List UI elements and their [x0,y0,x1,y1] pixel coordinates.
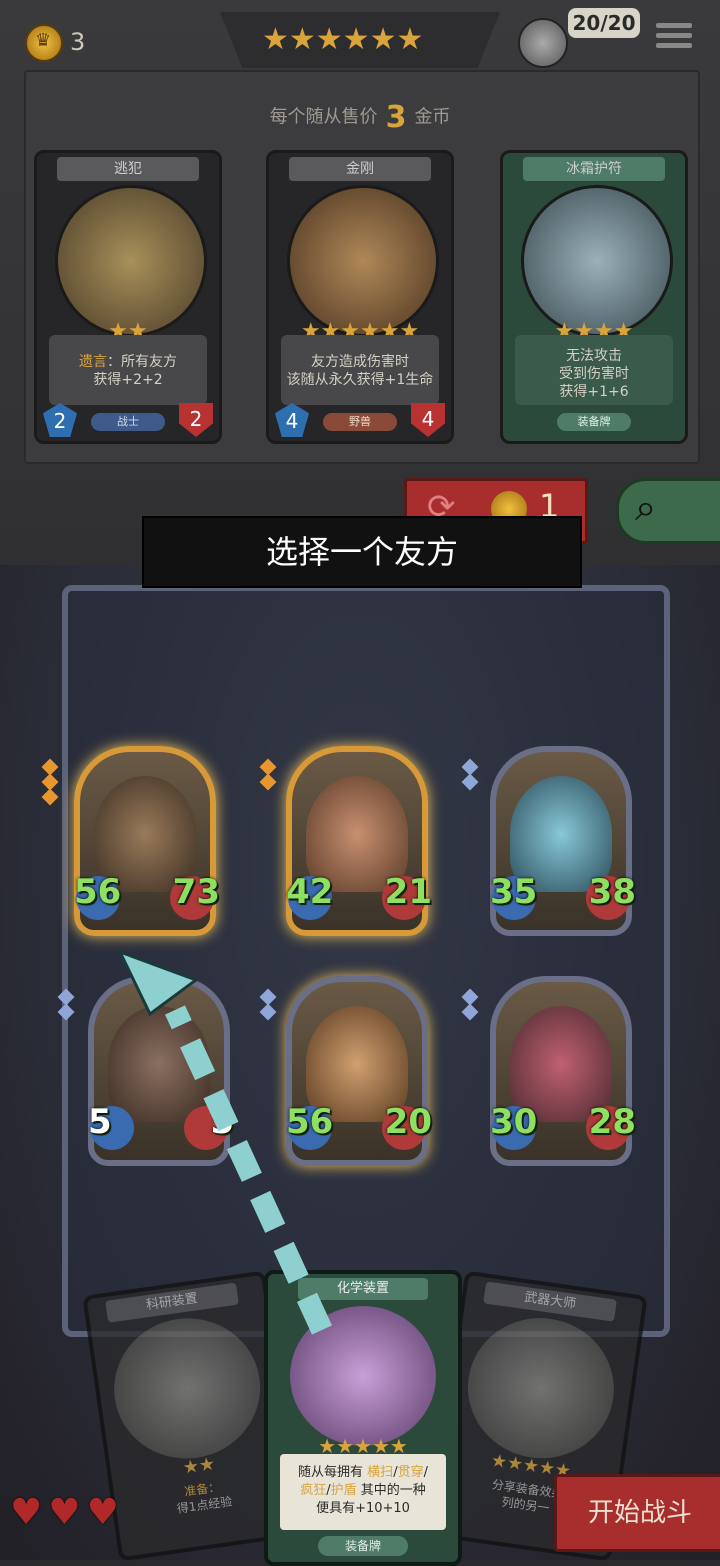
lives: ♥ ♥ ♥ [10,1492,125,1533]
card-portrait [287,185,439,337]
attack-value: 35 [490,872,538,912]
board-minion[interactable]: 30 28 [490,976,636,1166]
tier-gems [258,758,278,791]
search-button[interactable]: ⌕ [616,478,720,544]
card-portrait [290,1306,436,1446]
tier-gems [56,988,76,1021]
heart-icon: ♥ [86,1492,119,1533]
hand-card-chemical-device[interactable]: 化学装置 ★★★★★ 随从每拥有 横扫/贯穿/ 疯狂/护盾 其中的一种 便具有+… [264,1270,462,1566]
prompt-banner: 选择一个友方 [142,516,582,588]
board-minion[interactable]: 56 73 [74,746,220,936]
attack-value: 30 [490,1102,538,1142]
shop-card-frost-amulet[interactable]: 冰霜护符 ★★★★ 无法攻击 受到伤害时 获得+1+6 装备牌 [500,150,688,444]
tribe-badge: 野兽 [323,413,397,431]
card-name: 逃犯 [57,157,199,181]
health-value: 4 [411,403,445,437]
heart-icon: ♥ [48,1492,81,1533]
board-frame [62,585,670,1337]
tier-gems [258,988,278,1021]
board-minion[interactable]: 56 20 [286,976,432,1166]
shop-card-kingkong[interactable]: 金刚 ★★★★★★ 友方造成伤害时 该随从永久获得+1生命 野兽 4 4 [266,150,454,444]
card-description: 友方造成伤害时 该随从永久获得+1生命 [286,354,434,388]
board-minion[interactable]: 5 5 [88,976,234,1166]
attack-value: 56 [286,1102,334,1142]
health-value: 2 [179,403,213,437]
card-portrait [55,185,207,337]
card-name: 化学装置 [298,1278,428,1300]
player-avatar[interactable] [518,18,568,68]
attack-value: 2 [43,403,77,437]
card-name: 金刚 [289,157,431,181]
gold-icon [25,24,63,62]
card-description: 随从每拥有 横扫/贯穿/ 疯狂/护盾 其中的一种 便具有+10+10 [298,1465,428,1516]
health-value: 21 [384,872,432,912]
sell-price-text: 每个随从售价 3 金币 [269,100,451,135]
attack-value: 4 [275,403,309,437]
health-value: 38 [588,872,636,912]
heart-icon: ♥ [10,1492,43,1533]
card-portrait [105,1308,270,1468]
tribe-badge: 装备牌 [557,413,631,431]
attack-value: 56 [74,872,122,912]
health-counter: 20/20 [568,8,640,38]
start-battle-button[interactable]: 开始战斗 [554,1474,720,1552]
card-portrait [521,185,673,337]
health-value: 20 [384,1102,432,1142]
tribe-badge: 战士 [91,413,165,431]
attack-value: 5 [88,1102,112,1142]
health-value: 5 [210,1102,234,1142]
tier-gems [460,988,480,1021]
health-value: 73 [172,872,220,912]
sell-price: 3 [385,100,407,135]
board-minion[interactable]: 42 21 [286,746,432,936]
tier-gems [460,758,480,791]
card-description: 遗言：所有友方 获得+2+2 [79,354,177,388]
tier-stars: ★★★★★★ [262,22,424,57]
gold-count: 3 [70,28,86,56]
card-portrait [458,1308,623,1468]
attack-value: 42 [286,872,334,912]
minion-portrait [108,1006,210,1122]
menu-button[interactable] [656,18,692,54]
card-description: 无法攻击 受到伤害时 获得+1+6 [559,348,629,400]
board-minion[interactable]: 35 38 [490,746,636,936]
tribe-badge: 装备牌 [318,1536,408,1556]
shop-card-fugitive[interactable]: 逃犯 ★★ 遗言：所有友方 获得+2+2 战士 2 2 [34,150,222,444]
card-name: 冰霜护符 [523,157,665,181]
health-value: 28 [588,1102,636,1142]
tier-gems [40,758,60,806]
search-icon: ⌕ [635,485,657,529]
